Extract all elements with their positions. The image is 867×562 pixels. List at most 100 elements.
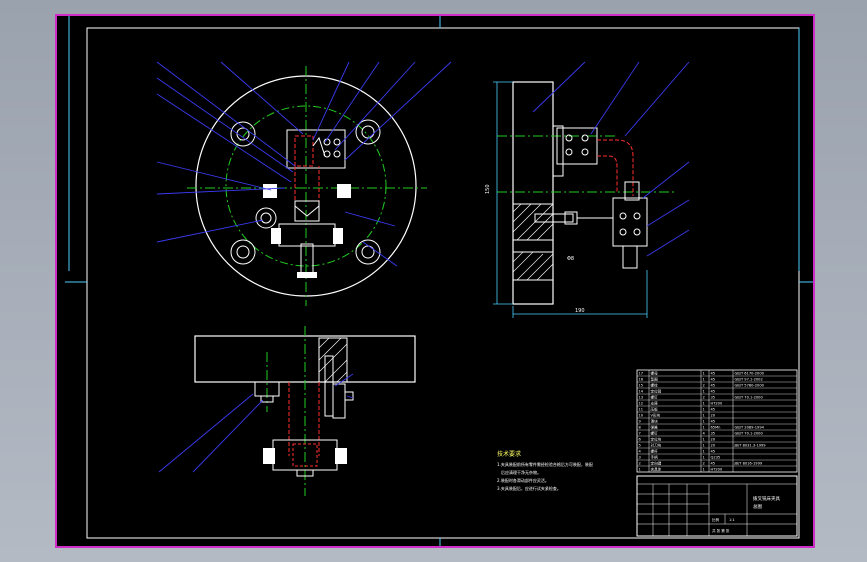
parts-cell-mat: 45 — [711, 390, 716, 394]
parts-cell-std: GB/T 6170-2000 — [735, 372, 765, 376]
parts-cell-name: 螺杆 — [651, 449, 659, 454]
parts-cell-name: 滑块 — [651, 419, 659, 424]
parts-cell-std: GB/T 5780-2000 — [735, 384, 765, 388]
parts-cell-name: 定位块 — [651, 437, 662, 442]
drawing-sheet-svg: 190 150 Φ8 技术要求 1.夹具装配前所有零件需经检验合格后方可装配，装… — [65, 16, 813, 546]
parts-cell-mat: Q235 — [711, 456, 721, 460]
parts-cell-no: 14 — [639, 390, 644, 394]
parts-cell-mat: 45 — [711, 462, 716, 466]
notes-line-2: 后应清理干净无杂物。 — [501, 469, 541, 475]
parts-cell-mat: 45 — [711, 420, 716, 424]
notes-title: 技术要求 — [497, 450, 521, 458]
base-plate-side — [512, 81, 554, 305]
parts-cell-std: GB/T 70.1-2000 — [735, 432, 764, 436]
parts-cell-name: 螺钉 — [651, 431, 659, 436]
parts-cell-name: 定位销 — [651, 389, 662, 394]
parts-cell-mat: 45 — [711, 378, 716, 382]
parts-cell-qty: 1 — [703, 450, 705, 454]
parts-cell-qty: 2 — [703, 396, 705, 400]
parts-cell-no: 5 — [639, 444, 641, 448]
cad-application-window: 190 150 Φ8 技术要求 1.夹具装配前所有零件需经检验合格后方可装配，装… — [0, 0, 867, 562]
sheet-label: 共 张 第 张 — [712, 528, 730, 533]
drawing-name-2: 总图 — [753, 503, 762, 510]
parts-cell-std: JB/T 8016-1999 — [734, 462, 763, 466]
parts-cell-mat: 20 — [711, 414, 716, 418]
scale-value: 1:1 — [729, 518, 735, 522]
top-view — [187, 66, 427, 306]
technical-notes: 技术要求 1.夹具装配前所有零件需经检验合格后方可装配，装配 后应清理干净无杂物… — [497, 450, 593, 491]
front-view — [194, 326, 416, 496]
parts-cell-mat: 45 — [711, 372, 716, 376]
parts-cell-no: 9 — [639, 420, 642, 424]
mounting-hole-tl — [230, 121, 256, 147]
handle-left — [263, 184, 277, 198]
parts-cell-name: 螺钉 — [651, 395, 659, 400]
workpiece-side-outline — [597, 139, 634, 196]
parts-list-table: 17 螺母 1 45 GB/T 6170-200016 垫圈 1 45 GB/T 97.1-20… — [636, 369, 798, 473]
parts-cell-mat: 45 — [711, 450, 716, 454]
parts-cell-std: GB/T 70.1-2000 — [735, 396, 764, 400]
parts-cell-no: 12 — [639, 402, 644, 406]
parts-cell-name: 手柄 — [651, 455, 659, 460]
parts-cell-no: 2 — [639, 462, 641, 466]
parts-cell-qty: 1 — [703, 372, 705, 376]
parts-cell-qty: 2 — [703, 384, 705, 388]
parts-cell-qty: 1 — [703, 402, 705, 406]
parts-cell-no: 6 — [639, 438, 642, 442]
parts-cell-mat: 35 — [711, 396, 716, 400]
parts-cell-std: JB/T 8031.3-1999 — [734, 444, 767, 448]
parts-cell-name: 弹簧 — [651, 425, 659, 430]
v-block — [294, 200, 320, 222]
parts-cell-qty: 1 — [703, 468, 705, 472]
parts-cell-std: GB/T 97.1-2002 — [735, 378, 763, 382]
parts-cell-name: 支座 — [651, 401, 659, 406]
parts-cell-no: 13 — [639, 396, 644, 400]
parts-cell-name: V形块 — [651, 413, 661, 418]
inner-frame — [86, 27, 800, 539]
parts-cell-no: 17 — [639, 372, 644, 376]
parts-cell-qty: 1 — [703, 444, 705, 448]
parts-cell-mat: 20 — [711, 444, 716, 448]
notes-line-1: 1.夹具装配前所有零件需经检验合格后方可装配，装配 — [497, 461, 593, 467]
parts-cell-no: 4 — [639, 450, 642, 454]
parts-cell-mat: 35 — [711, 432, 716, 436]
parts-cell-no: 15 — [639, 384, 644, 388]
parts-cell-qty: 1 — [703, 408, 705, 412]
scale-label: 比例 — [712, 517, 720, 522]
dimension-height-label: 150 — [485, 184, 491, 194]
parts-cell-name: 压板 — [651, 407, 659, 412]
parts-cell-name: 夹具体 — [651, 467, 662, 472]
parts-cell-qty: 1 — [703, 390, 705, 394]
parts-cell-no: 8 — [639, 426, 642, 430]
parts-cell-qty: 4 — [703, 432, 706, 436]
dimension-small-label: Φ8 — [567, 256, 574, 262]
drawing-canvas[interactable]: 190 150 Φ8 技术要求 1.夹具装配前所有零件需经检验合格后方可装配，装… — [55, 14, 815, 548]
parts-cell-name: 垫圈 — [651, 377, 659, 382]
parts-cell-no: 7 — [639, 432, 641, 436]
notes-line-4: 3.夹具装配后，应进行试夹紧检查。 — [497, 485, 561, 491]
dimension-width-label: 190 — [575, 308, 585, 314]
parts-cell-qty: 1 — [703, 378, 705, 382]
parts-cell-mat: 20 — [711, 438, 716, 442]
parts-cell-mat: 45 — [711, 384, 716, 388]
parts-cell-name: 对刀块 — [651, 443, 662, 448]
parts-cell-no: 11 — [639, 408, 644, 412]
parts-cell-no: 16 — [639, 378, 644, 382]
notes-line-3: 2.装配时各滑动部件应灵活。 — [497, 477, 549, 483]
parts-cell-name: 螺母 — [651, 371, 659, 376]
drawing-name: 拨叉铣床夹具 — [753, 495, 780, 502]
parts-cell-qty: 1 — [703, 426, 705, 430]
side-view: 190 150 Φ8 — [485, 81, 677, 318]
clamp-screw-assembly — [278, 223, 336, 247]
parts-cell-mat: HT200 — [711, 468, 723, 472]
title-block: 拨叉铣床夹具 总图 比例 1:1 共 张 第 张 — [636, 475, 798, 537]
mounting-hole-bl — [230, 239, 256, 265]
parts-cell-qty: 1 — [703, 414, 705, 418]
parts-cell-name: 定向键 — [651, 461, 662, 466]
parts-cell-name: 螺栓 — [651, 383, 659, 388]
handle-right — [337, 184, 351, 198]
parts-cell-mat: 65Mn — [711, 426, 721, 430]
parts-cell-qty: 1 — [703, 456, 705, 460]
parts-cell-std: GB/T 2089-1994 — [735, 426, 765, 430]
clamp-body-side — [612, 197, 648, 247]
